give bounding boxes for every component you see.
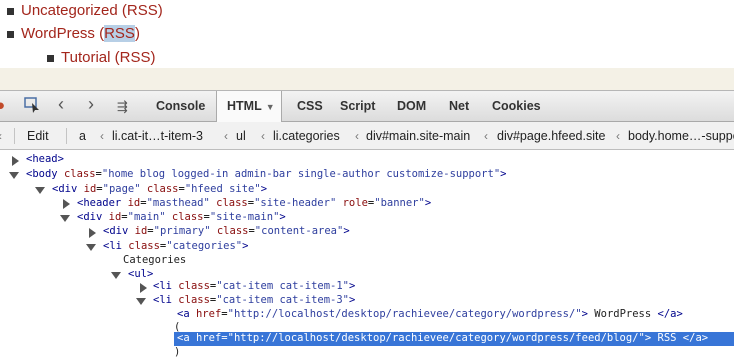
page-footer-strip <box>0 68 734 90</box>
collapse-toggle-icon[interactable] <box>9 172 19 179</box>
chevron-left-icon: ‹ <box>100 129 104 143</box>
breadcrumb-item[interactable]: li.categories <box>273 122 340 150</box>
forward-icon[interactable]: › <box>88 95 94 113</box>
collapse-toggle-icon[interactable] <box>111 272 121 279</box>
tab-html-label: HTML <box>227 99 262 113</box>
breadcrumb-item[interactable]: li.cat-it…t-item-3 <box>112 122 203 150</box>
expand-toggle-icon[interactable] <box>12 156 19 166</box>
tree-node-ul[interactable]: <ul> <box>128 268 153 281</box>
tab-html[interactable]: HTML ▼ <box>216 91 282 122</box>
tree-node-body[interactable]: <body class="home blog logged-in admin-b… <box>26 168 506 181</box>
list-bullet <box>47 55 54 62</box>
tree-node-div-page[interactable]: <div id="page" class="hfeed site"> <box>52 183 267 196</box>
tree-node-li-categories[interactable]: <li class="categories"> <box>103 240 248 253</box>
breadcrumb-item[interactable]: div#main.site-main <box>366 122 470 150</box>
tree-node-div-primary[interactable]: <div id="primary" class="content-area"> <box>103 225 350 238</box>
tab-cookies[interactable]: Cookies <box>492 91 541 122</box>
rss-link[interactable]: RSS <box>120 49 151 66</box>
category-link[interactable]: Uncategorized <box>21 2 118 19</box>
tree-text-node[interactable]: Categories <box>123 254 186 267</box>
category-link[interactable]: Tutorial <box>61 49 110 66</box>
tree-text-node[interactable]: ) <box>174 346 180 358</box>
tree-node-div-main[interactable]: <div id="main" class="site-main"> <box>77 211 286 224</box>
chevron-left-icon: ‹ <box>616 129 620 143</box>
edit-button[interactable]: Edit <box>27 122 49 150</box>
list-bullet <box>7 8 14 15</box>
chevron-left-icon: ‹ <box>484 129 488 143</box>
breadcrumb-item[interactable]: body.home…-suppo <box>628 122 734 150</box>
category-tutorial[interactable]: Tutorial (RSS) <box>61 48 155 68</box>
rss-link[interactable]: RSS <box>127 2 158 19</box>
tree-node-header[interactable]: <header id="masthead" class="site-header… <box>77 197 431 210</box>
divider <box>14 128 15 144</box>
chevron-left-icon: ‹ <box>355 129 359 143</box>
tab-dom[interactable]: DOM <box>397 91 426 122</box>
tab-console[interactable]: Console <box>156 91 205 122</box>
tree-node-a-rss-selected[interactable]: <a href="http://localhost/desktop/rachie… <box>177 332 708 345</box>
firebug-icon[interactable]: ● <box>0 98 5 114</box>
chevron-down-icon[interactable]: ▼ <box>266 102 275 112</box>
selected-row[interactable]: <a href="http://localhost/desktop/rachie… <box>174 332 734 346</box>
breadcrumb-item[interactable]: ul <box>236 122 246 150</box>
command-line-icon[interactable]: ⇶ <box>117 99 128 115</box>
collapse-toggle-icon[interactable] <box>35 187 45 194</box>
expand-toggle-icon[interactable] <box>89 228 96 238</box>
tab-net[interactable]: Net <box>449 91 469 122</box>
divider <box>66 128 67 144</box>
rss-link-highlighted[interactable]: RSS <box>104 25 135 42</box>
collapse-toggle-icon[interactable] <box>136 298 146 305</box>
inspect-icon[interactable] <box>24 96 42 118</box>
tree-node-li-cat-item-3[interactable]: <li class="cat-item cat-item-3"> <box>153 294 355 307</box>
expand-toggle-icon[interactable] <box>140 283 147 293</box>
tab-css[interactable]: CSS <box>297 91 323 122</box>
list-bullet <box>7 31 14 38</box>
chevron-left-icon: ‹ <box>261 129 265 143</box>
breadcrumb: ‹ Edit a ‹ li.cat-it…t-item-3 ‹ ul ‹ li.… <box>0 122 734 150</box>
chevron-left-icon: ‹ <box>0 122 2 150</box>
tree-node-head[interactable]: <head> <box>26 153 64 166</box>
chevron-left-icon: ‹ <box>224 129 228 143</box>
back-icon[interactable]: ‹ <box>58 95 64 113</box>
collapse-toggle-icon[interactable] <box>86 244 96 251</box>
category-wordpress[interactable]: WordPress (RSS) <box>21 24 140 44</box>
expand-toggle-icon[interactable] <box>63 199 70 209</box>
tree-node-a-wordpress[interactable]: <a href="http://localhost/desktop/rachie… <box>177 308 683 321</box>
collapse-toggle-icon[interactable] <box>60 215 70 222</box>
tab-script[interactable]: Script <box>340 91 375 122</box>
web-page-content: Uncategorized (RSS) WordPress (RSS) Tuto… <box>0 0 734 68</box>
tree-node-li-cat-item-1[interactable]: <li class="cat-item cat-item-1"> <box>153 280 355 293</box>
category-link[interactable]: WordPress <box>21 25 95 42</box>
firebug-toolbar: ● ‹ › ⇶ Console HTML ▼ CSS Script DOM Net… <box>0 90 734 122</box>
breadcrumb-item[interactable]: div#page.hfeed.site <box>497 122 605 150</box>
html-tree-panel: <head> <body class="home blog logged-in … <box>0 150 734 358</box>
category-uncategorized[interactable]: Uncategorized (RSS) <box>21 1 163 21</box>
breadcrumb-item[interactable]: a <box>79 122 86 150</box>
